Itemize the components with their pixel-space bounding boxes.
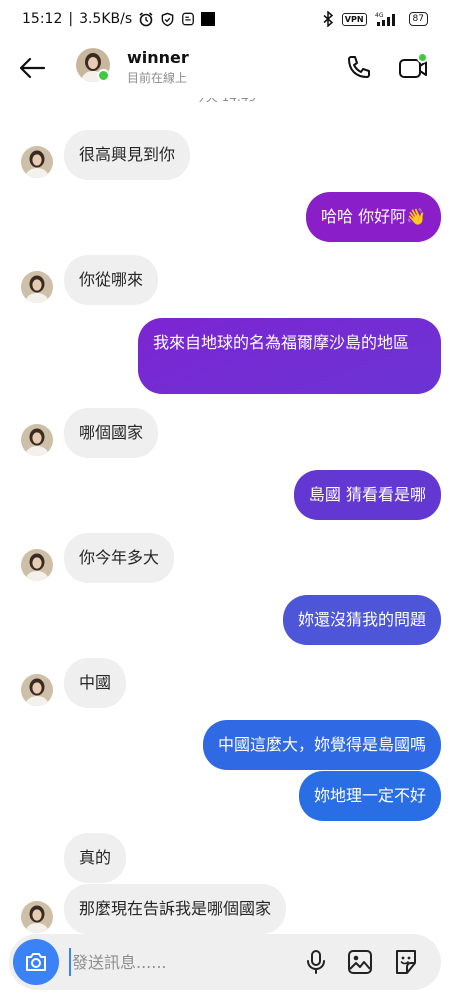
- message-input[interactable]: [69, 948, 269, 976]
- outgoing-message[interactable]: 妳地理一定不好: [298, 771, 441, 821]
- shield-icon: [160, 12, 175, 27]
- notification-app-icon: [181, 12, 195, 26]
- alarm-icon: [138, 11, 154, 27]
- incoming-message[interactable]: 中國: [64, 658, 127, 708]
- contact-name[interactable]: winner: [127, 48, 189, 67]
- sender-avatar[interactable]: [21, 424, 53, 456]
- sticker-icon: [396, 950, 416, 974]
- video-call-button[interactable]: [396, 52, 430, 84]
- battery-indicator: 87: [408, 12, 428, 26]
- sticker-button[interactable]: [391, 947, 421, 977]
- incoming-message[interactable]: 很高興見到你: [64, 130, 191, 180]
- bluetooth-icon: [322, 11, 334, 27]
- back-button[interactable]: [16, 52, 48, 84]
- camera-button[interactable]: [13, 939, 59, 985]
- status-separator: |: [68, 11, 74, 27]
- image-icon: [348, 950, 372, 974]
- incoming-message[interactable]: 那麼現在告訴我是哪個國家: [64, 884, 287, 934]
- incoming-message[interactable]: 你今年多大: [64, 533, 175, 583]
- outgoing-message[interactable]: 哈哈 你好阿👋: [305, 192, 441, 242]
- voice-call-button[interactable]: [342, 52, 374, 84]
- outgoing-message[interactable]: 中國這麼大，妳覺得是島國嗎: [202, 720, 441, 770]
- gallery-button[interactable]: [345, 947, 375, 977]
- incoming-message[interactable]: 哪個國家: [64, 408, 159, 458]
- arrow-left-icon: [19, 57, 46, 79]
- contact-online-status: 目前在線上: [127, 71, 188, 85]
- sender-avatar[interactable]: [21, 674, 53, 706]
- phone-icon: [348, 56, 370, 78]
- sender-avatar[interactable]: [21, 146, 53, 178]
- outgoing-message[interactable]: 我來自地球的名為福爾摩沙島的地區: [138, 318, 441, 394]
- sender-avatar[interactable]: [21, 271, 53, 303]
- signal-icon: 4G: [375, 11, 401, 27]
- notification-square-icon: [201, 12, 216, 26]
- outgoing-message[interactable]: 島國 猜看看是哪: [293, 470, 441, 520]
- svg-text:4G: 4G: [375, 12, 384, 19]
- sender-avatar[interactable]: [21, 901, 53, 933]
- message-composer: [9, 934, 441, 990]
- incoming-message[interactable]: 真的: [64, 833, 127, 883]
- video-online-dot: [417, 52, 428, 63]
- outgoing-message[interactable]: 妳還沒猜我的問題: [282, 595, 441, 645]
- voice-message-button[interactable]: [301, 947, 331, 977]
- online-status-dot: [97, 69, 110, 82]
- vpn-badge: VPN: [341, 12, 367, 26]
- incoming-message[interactable]: 你從哪來: [64, 255, 159, 305]
- sender-avatar[interactable]: [21, 549, 53, 581]
- chat-header: winner 目前在線上: [0, 38, 450, 98]
- status-bar: 15:12 | 3.5KB/s VPN 4G 87: [0, 0, 450, 38]
- network-speed: 3.5KB/s: [79, 11, 133, 27]
- microphone-icon: [307, 950, 325, 974]
- status-time: 15:12: [22, 11, 63, 27]
- camera-icon: [26, 953, 46, 971]
